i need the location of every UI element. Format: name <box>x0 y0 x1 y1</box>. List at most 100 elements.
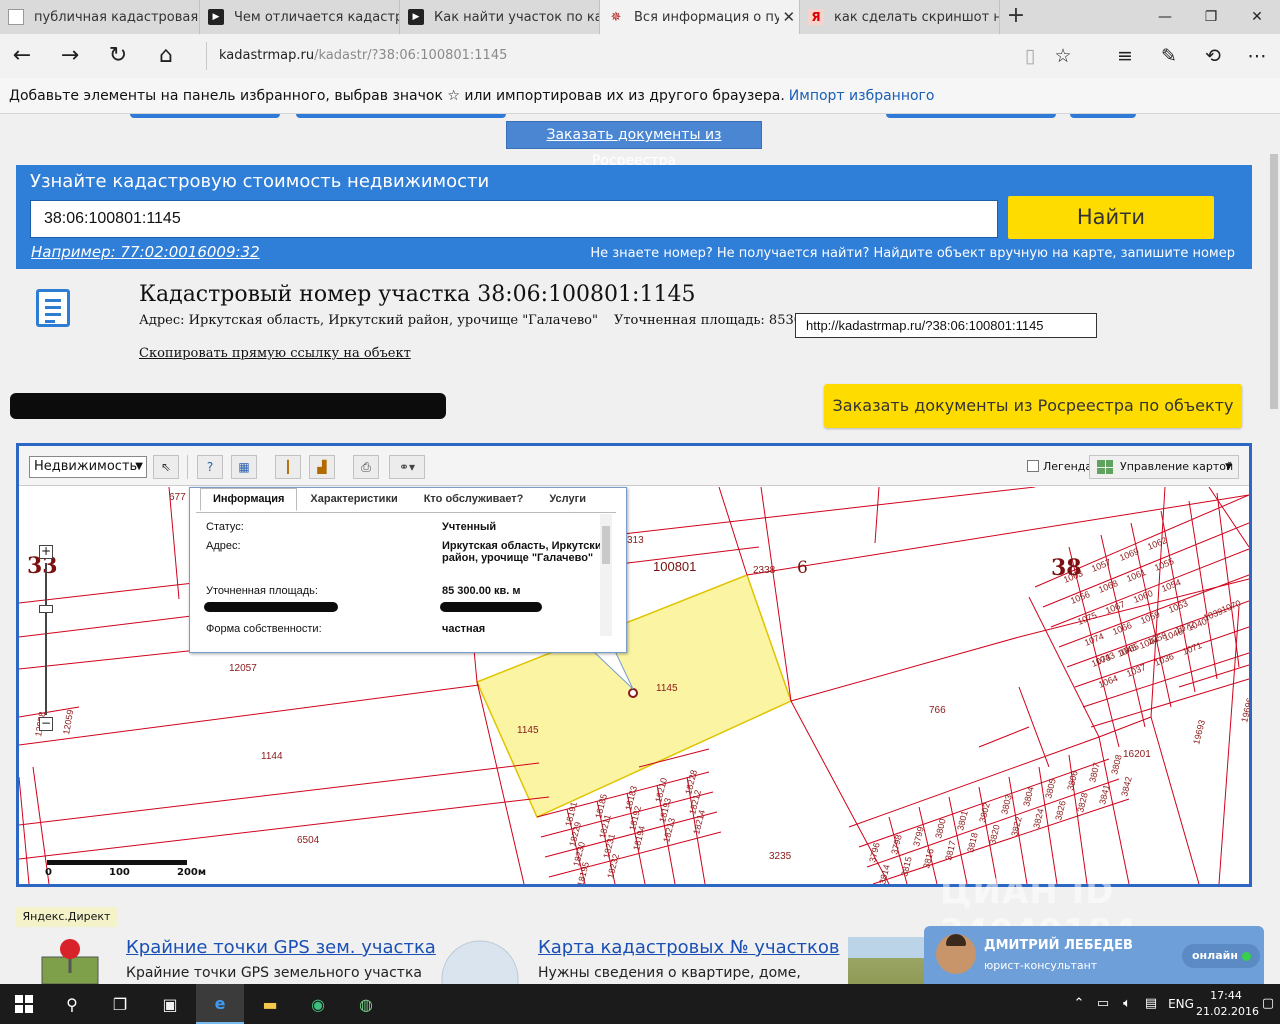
zoom-slider-handle[interactable] <box>39 605 53 613</box>
favorites-hint-text: Добавьте элементы на панель избранного, … <box>9 88 785 104</box>
parcel-grid-label: 1071 <box>1181 640 1203 657</box>
windows-logo-icon <box>15 995 33 1013</box>
land-thumbnail-icon[interactable] <box>848 937 928 984</box>
browser-tab-bar: публичная кадастровая ка ▶ Чем отличаетс… <box>0 0 1280 34</box>
browser-tab-5[interactable]: Я как сделать скриншот на п <box>800 0 1000 34</box>
start-button[interactable] <box>0 984 48 1024</box>
tab-information[interactable]: Информация <box>200 488 298 511</box>
order-object-documents-button[interactable]: Заказать документы из Росреестра по объе… <box>824 384 1242 428</box>
refresh-icon[interactable]: ↻ <box>104 42 132 70</box>
tab-characteristics[interactable]: Характеристики <box>297 488 410 511</box>
site-nav-stub[interactable] <box>1070 114 1136 118</box>
cadastral-search-panel: Узнайте кадастровую стоимость недвижимос… <box>16 165 1252 269</box>
hub-icon[interactable]: ≡ <box>1110 42 1140 70</box>
online-dot-icon <box>1242 952 1251 961</box>
zoom-out-button[interactable]: − <box>39 717 53 731</box>
map-label-p12057: 12057 <box>229 663 257 674</box>
chevron-up-icon[interactable]: ⌃ <box>1068 984 1090 1024</box>
pointer-tool-icon[interactable]: ⇖ <box>153 455 179 479</box>
ad-title-gps[interactable]: Крайние точки GPS зем. участка <box>126 937 436 958</box>
parcel-grid-label: 1059 <box>1139 609 1161 626</box>
scale-label: 200м <box>177 867 207 878</box>
tab-who-serves[interactable]: Кто обслуживает? <box>411 488 537 511</box>
popup-scroll-thumb[interactable] <box>602 526 610 564</box>
site-nav-stub[interactable] <box>296 114 506 118</box>
zoom-in-button[interactable]: + <box>39 545 53 559</box>
redaction-bar <box>204 602 338 612</box>
consultant-chat-widget[interactable]: ДМИТРИЙ ЛЕБЕДЕВ юрист-консультант онлайн <box>924 926 1264 984</box>
example-link[interactable]: Например: 77:02:0016009:32 <box>31 243 260 261</box>
parcel-grid-label: 3801 <box>955 810 970 832</box>
ad-title-map[interactable]: Карта кадастровых № участков <box>538 937 840 958</box>
favorite-star-icon[interactable]: ☆ <box>1048 42 1078 70</box>
site-nav-stub[interactable] <box>886 114 1056 118</box>
home-icon[interactable]: ⌂ <box>152 42 180 70</box>
edge-browser-icon[interactable]: e <box>196 984 244 1024</box>
browser-tab-1[interactable]: публичная кадастровая ка <box>0 0 200 34</box>
browser-tab-2[interactable]: ▶ Чем отличается кадастров <box>200 0 400 34</box>
tab-services[interactable]: Услуги <box>536 488 599 511</box>
direct-link-field[interactable]: http://kadastrmap.ru/?38:06:100801:1145 <box>795 313 1097 338</box>
zoom-rail[interactable] <box>45 563 47 715</box>
layer-select[interactable]: Недвижимость ▼ <box>29 456 147 478</box>
task-view-icon[interactable]: ❐ <box>96 984 144 1024</box>
share-icon[interactable]: ⟲ <box>1198 42 1228 70</box>
map-label-n6: 6 <box>797 558 808 578</box>
browser-tab-4-active[interactable]: ✵ Вся информация о пуб ✕ <box>600 0 800 34</box>
forward-arrow-icon[interactable]: → <box>56 42 84 70</box>
import-favorites-link[interactable]: Импорт избранного <box>789 88 935 104</box>
app-icon[interactable]: ◉ <box>294 984 342 1024</box>
measure-area-icon[interactable]: ▟ <box>309 455 335 479</box>
action-center-icon[interactable]: ▢ <box>1256 984 1280 1024</box>
consultant-name: ДМИТРИЙ ЛЕБЕДЕВ <box>984 938 1133 953</box>
parcel-grid-label: 1074 <box>1083 631 1105 648</box>
parcel-grid-label: 19693 <box>1191 719 1207 746</box>
web-note-icon[interactable]: ✎ <box>1154 42 1184 70</box>
map-label-p1144: 1144 <box>261 751 283 762</box>
minimize-button[interactable]: — <box>1142 0 1188 34</box>
site-nav-stub[interactable] <box>130 114 280 118</box>
file-explorer-icon[interactable]: ▬ <box>246 984 294 1024</box>
tab-label: Вся информация о пуб <box>634 9 779 25</box>
notification-icon[interactable]: ▭ <box>1092 984 1114 1024</box>
parcel-grid-label: 3824 <box>1031 808 1046 830</box>
input-language[interactable]: ENG <box>1164 984 1198 1024</box>
ad-text-gps: Крайние точки GPS земельного участка <box>126 965 422 981</box>
map-control-dropdown[interactable]: Управление картой ▼ <box>1089 455 1239 479</box>
link-dropdown-icon[interactable]: ⚭▾ <box>389 455 425 479</box>
gps-pin-icon[interactable] <box>40 937 100 984</box>
page-scrollbar[interactable] <box>1268 114 1280 984</box>
scale-label: 100 <box>109 867 130 878</box>
measure-length-icon[interactable]: ┃ <box>275 455 301 479</box>
tab-label: Как найти участок по када <box>434 9 599 25</box>
field-label: Адрес: <box>206 540 241 552</box>
identify-tool-icon[interactable]: ? <box>197 455 223 479</box>
find-button[interactable]: Найти <box>1008 196 1214 239</box>
order-documents-button[interactable]: Заказать документы из Росреестра <box>506 121 762 169</box>
search-icon[interactable]: ⚲ <box>48 984 96 1024</box>
monitor-app-icon[interactable]: ◍ <box>342 984 390 1024</box>
close-tab-icon[interactable]: ✕ <box>779 8 799 26</box>
maximize-button[interactable]: ❐ <box>1188 0 1234 34</box>
scroll-thumb[interactable] <box>1270 154 1278 409</box>
more-icon[interactable]: ⋯ <box>1242 42 1272 70</box>
close-window-button[interactable]: ✕ <box>1234 0 1280 34</box>
print-icon[interactable]: ⎙ <box>353 455 379 479</box>
back-arrow-icon[interactable]: ← <box>8 42 36 70</box>
cadastral-number-input[interactable]: 38:06:100801:1145 <box>30 200 998 238</box>
area-query-icon[interactable]: ▦ <box>231 455 257 479</box>
city-thumbnail-icon[interactable] <box>440 937 520 984</box>
copy-link[interactable]: Скопировать прямую ссылку на объект <box>139 346 411 361</box>
popup-scrollbar[interactable] <box>600 514 612 636</box>
legend-checkbox[interactable]: Легенда <box>1027 460 1092 473</box>
parcel-grid-label: 3799 <box>911 826 926 848</box>
volume-icon[interactable]: 🔈︎ <box>1116 984 1138 1024</box>
browser-tab-3[interactable]: ▶ Как найти участок по када <box>400 0 600 34</box>
address-bar[interactable]: kadastrmap.ru/kadastr/?38:06:100801:1145 <box>206 42 1086 70</box>
redaction-bar <box>10 393 446 419</box>
reading-view-icon[interactable]: ▯ <box>1015 42 1045 70</box>
new-tab-button[interactable]: + <box>1004 5 1028 29</box>
store-icon[interactable]: ▣ <box>146 984 194 1024</box>
clock[interactable]: 17:44 21.02.2016 <box>1196 988 1259 1020</box>
network-icon[interactable]: ▤ <box>1140 984 1162 1024</box>
